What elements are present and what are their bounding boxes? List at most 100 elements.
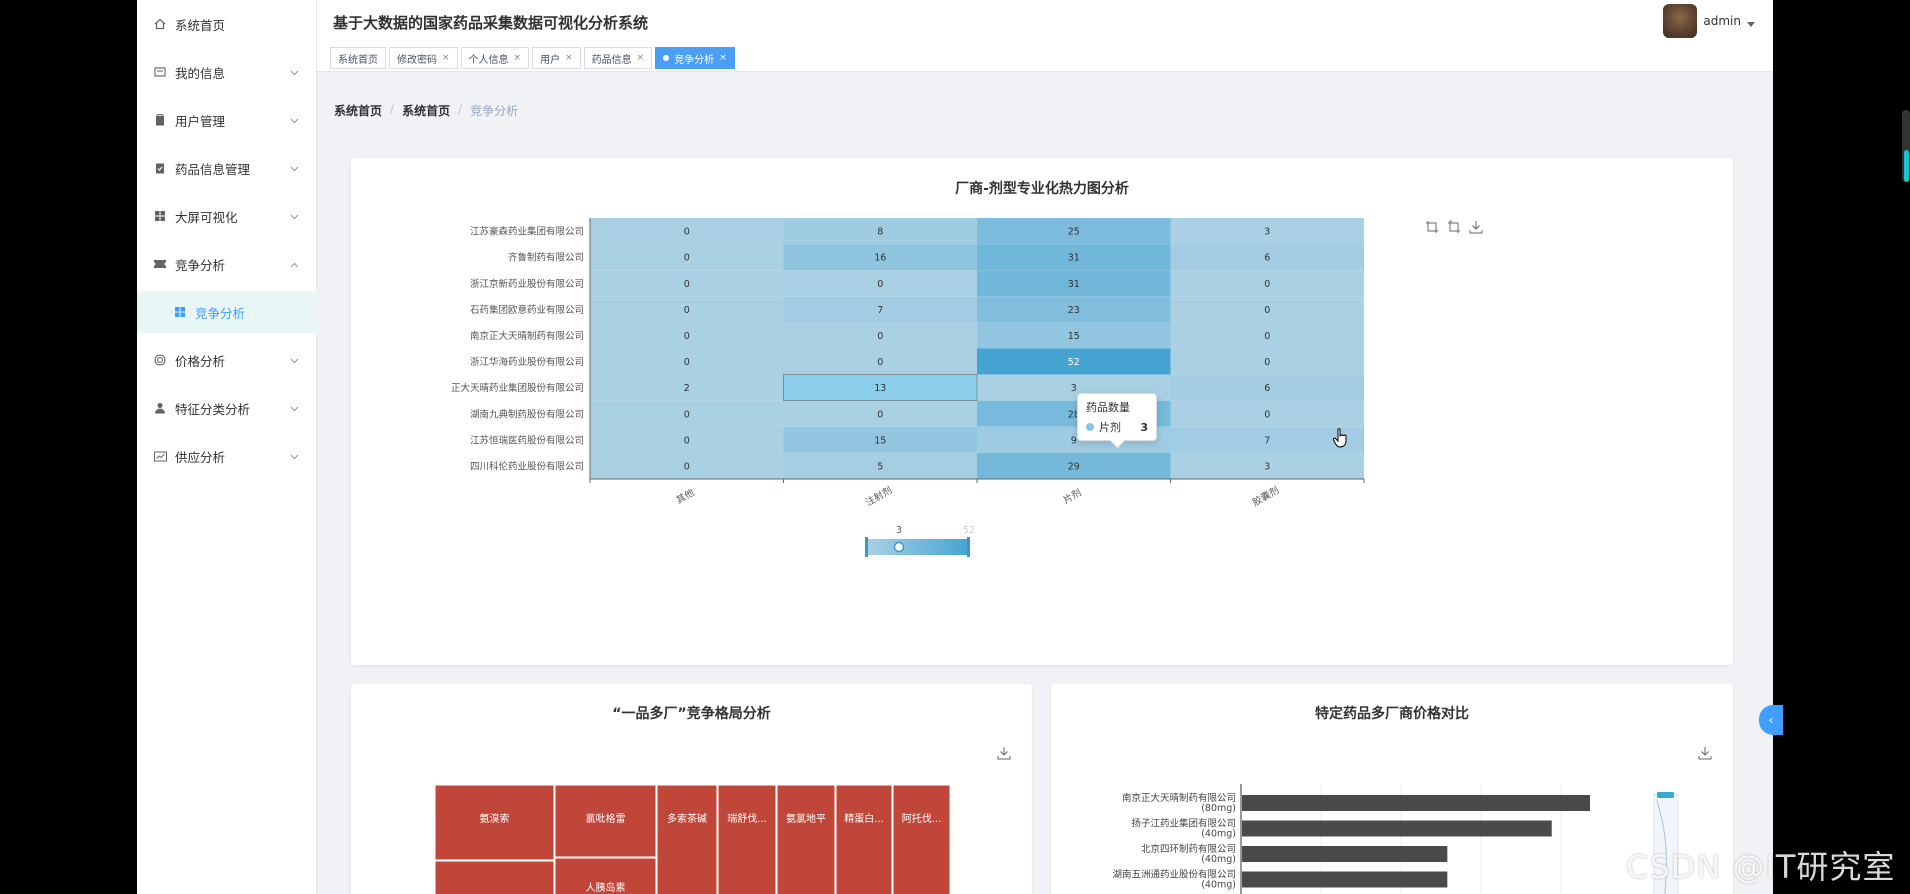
treemap-block[interactable] (835, 784, 893, 894)
heatmap-cell-label: 0 (1264, 357, 1270, 368)
y-axis-label: 浙江华海药业股份有限公司 (470, 356, 584, 368)
treemap-block[interactable] (656, 784, 718, 894)
y-axis-label: 正大天晴药业集团股份有限公司 (451, 382, 584, 394)
chevron-down-icon (290, 448, 299, 463)
sidebar-item-label: 竞争分析 (175, 257, 226, 273)
visual-map-handle-max[interactable] (967, 537, 970, 557)
heatmap-cell-label: 23 (1068, 305, 1080, 316)
chevron-left-icon: ‹ (1768, 713, 1774, 727)
chevron-down-icon (290, 160, 299, 175)
price-bar[interactable] (1242, 871, 1448, 888)
home-icon (153, 17, 167, 31)
heatmap-cell-label: 0 (684, 357, 690, 368)
heatmap-cell-label: 0 (684, 409, 690, 420)
tooltip-row: 片剂 3 (1086, 419, 1148, 435)
sidebar-item-label: 大屏可视化 (175, 209, 238, 225)
close-icon[interactable]: × (637, 53, 645, 63)
treemap-chart[interactable]: 氨溴索 氯吡格雷人胰岛素 多索茶碱 瑞舒伐... 氨氯地平 精蛋白... 阿托伐... (351, 684, 1032, 894)
tab-change-password[interactable]: 修改密码 × (389, 47, 458, 69)
price-bar[interactable] (1242, 846, 1448, 862)
heatmap-chart[interactable]: 0 8 25 3江苏豪森药业集团有限公司0 16 31 6齐鲁制药有限公司0 0 31 0浙江京新… (351, 158, 1733, 665)
visual-map-bar[interactable] (866, 539, 969, 555)
heatmap-cell-label: 13 (874, 383, 886, 394)
y-axis-label: 南京正大天晴制药有限公司 (470, 330, 584, 342)
bar-category-sublabel: (40mg) (1201, 854, 1236, 865)
treemap-label: 氯吡格雷 (586, 812, 626, 825)
sidebar-item-big-screen[interactable]: 大屏可视化 (137, 192, 317, 240)
id-card-icon (153, 65, 167, 79)
sidebar-item-competition-analysis[interactable]: 竞争分析 (137, 291, 317, 333)
chevron-down-icon (290, 64, 299, 79)
treemap-label: 人胰岛素 (586, 881, 626, 894)
breadcrumb-item[interactable]: 系统首页 (334, 102, 382, 119)
heatmap-cell-label: 8 (877, 227, 883, 238)
sidebar-item-my-info[interactable]: 我的信息 (137, 48, 317, 96)
sidebar-item-feature-classification[interactable]: 特征分类分析 (137, 384, 317, 432)
sidebar: 系统首页 我的信息 用户管理 药品信息管理 大屏可视化 竞争分析 竞争分析 价格… (137, 0, 317, 894)
tooltip-value: 3 (1140, 420, 1148, 434)
visual-map-min-label: 3 (896, 525, 902, 536)
sidebar-item-home[interactable]: 系统首页 (137, 0, 317, 48)
y-axis-label: 湖南九典制药股份有限公司 (470, 408, 584, 420)
chevron-down-icon (290, 208, 299, 223)
collapse-panel-button[interactable]: ‹ (1759, 705, 1783, 735)
tab-users[interactable]: 用户 × (532, 47, 581, 69)
scrollbar-thumb[interactable] (1904, 150, 1909, 182)
visual-map-indicator (893, 541, 905, 553)
caret-down-icon (1747, 12, 1755, 31)
user-menu[interactable]: admin (1663, 4, 1755, 38)
y-axis-label: 江苏恒瑞医药股份有限公司 (470, 434, 584, 446)
close-icon[interactable]: × (719, 53, 727, 63)
tab-label: 个人信息 (468, 54, 509, 66)
heatmap-cell-label: 31 (1068, 279, 1080, 290)
treemap-block[interactable] (717, 784, 777, 894)
heatmap-cell-label: 0 (877, 357, 883, 368)
tab-label: 用户 (540, 54, 561, 66)
ticket-icon (153, 257, 167, 271)
heatmap-cell-label: 0 (877, 331, 883, 342)
sidebar-item-competition[interactable]: 竞争分析 (137, 240, 317, 288)
sidebar-item-label: 我的信息 (175, 65, 226, 81)
tab-home[interactable]: 系统首页 (330, 47, 386, 69)
tab-personal-info[interactable]: 个人信息 × (460, 47, 530, 69)
treemap-label: 阿托伐... (902, 812, 942, 825)
sidebar-item-user-management[interactable]: 用户管理 (137, 96, 317, 144)
bar-category-sublabel: (80mg) (1201, 803, 1236, 814)
treemap-label: 氨溴索 (480, 812, 510, 825)
price-bar[interactable] (1242, 820, 1552, 837)
chevron-down-icon (290, 400, 299, 415)
close-icon[interactable]: × (442, 53, 450, 63)
visual-map-handle-min[interactable] (865, 537, 868, 557)
close-icon[interactable]: × (514, 53, 522, 63)
treemap-block[interactable] (892, 784, 951, 894)
heatmap-cell-label: 0 (877, 279, 883, 290)
sidebar-item-price-analysis[interactable]: 价格分析 (137, 336, 317, 384)
avatar[interactable] (1663, 4, 1698, 38)
system-title: 基于大数据的国家药品采集数据可视化分析系统 (333, 14, 649, 32)
price-bar[interactable] (1242, 795, 1590, 811)
y-axis-label: 浙江京新药业股份有限公司 (470, 278, 584, 290)
heatmap-card: 厂商-剂型专业化热力图分析 0 8 25 3 江苏豪森药业集团有限公司 0 16 31 6 齐鲁制… (351, 158, 1733, 665)
heatmap-cell-label: 52 (1068, 357, 1080, 368)
heatmap-cell-label: 0 (1264, 331, 1270, 342)
heatmap-cell-label: 16 (874, 253, 886, 264)
sidebar-item-drug-management[interactable]: 药品信息管理 (137, 144, 317, 192)
sidebar-item-supply-analysis[interactable]: 供应分析 (137, 432, 317, 480)
datazoom-handle[interactable] (1657, 792, 1674, 798)
tooltip-series: 片剂 (1099, 421, 1121, 434)
heatmap-cell-label: 0 (684, 253, 690, 264)
app-window: 系统首页 我的信息 用户管理 药品信息管理 大屏可视化 竞争分析 竞争分析 价格… (137, 0, 1773, 894)
tab-competition-analysis[interactable]: 竞争分析 × (655, 47, 735, 69)
breadcrumb-item[interactable]: 系统首页 (402, 102, 450, 119)
y-axis-label: 石药集团欧意药业有限公司 (470, 304, 584, 316)
grid-icon (153, 209, 167, 223)
heatmap-cell-label: 6 (1264, 253, 1270, 264)
x-axis-label: 胶囊剂 (1250, 484, 1281, 509)
target-icon (153, 353, 167, 367)
treemap-block[interactable] (776, 784, 836, 894)
sidebar-item-label: 特征分类分析 (175, 401, 251, 417)
tab-drug-info[interactable]: 药品信息 × (583, 47, 653, 69)
close-icon[interactable]: × (565, 53, 573, 63)
treemap-block[interactable] (434, 860, 555, 894)
heatmap-cell-label: 0 (1264, 279, 1270, 290)
